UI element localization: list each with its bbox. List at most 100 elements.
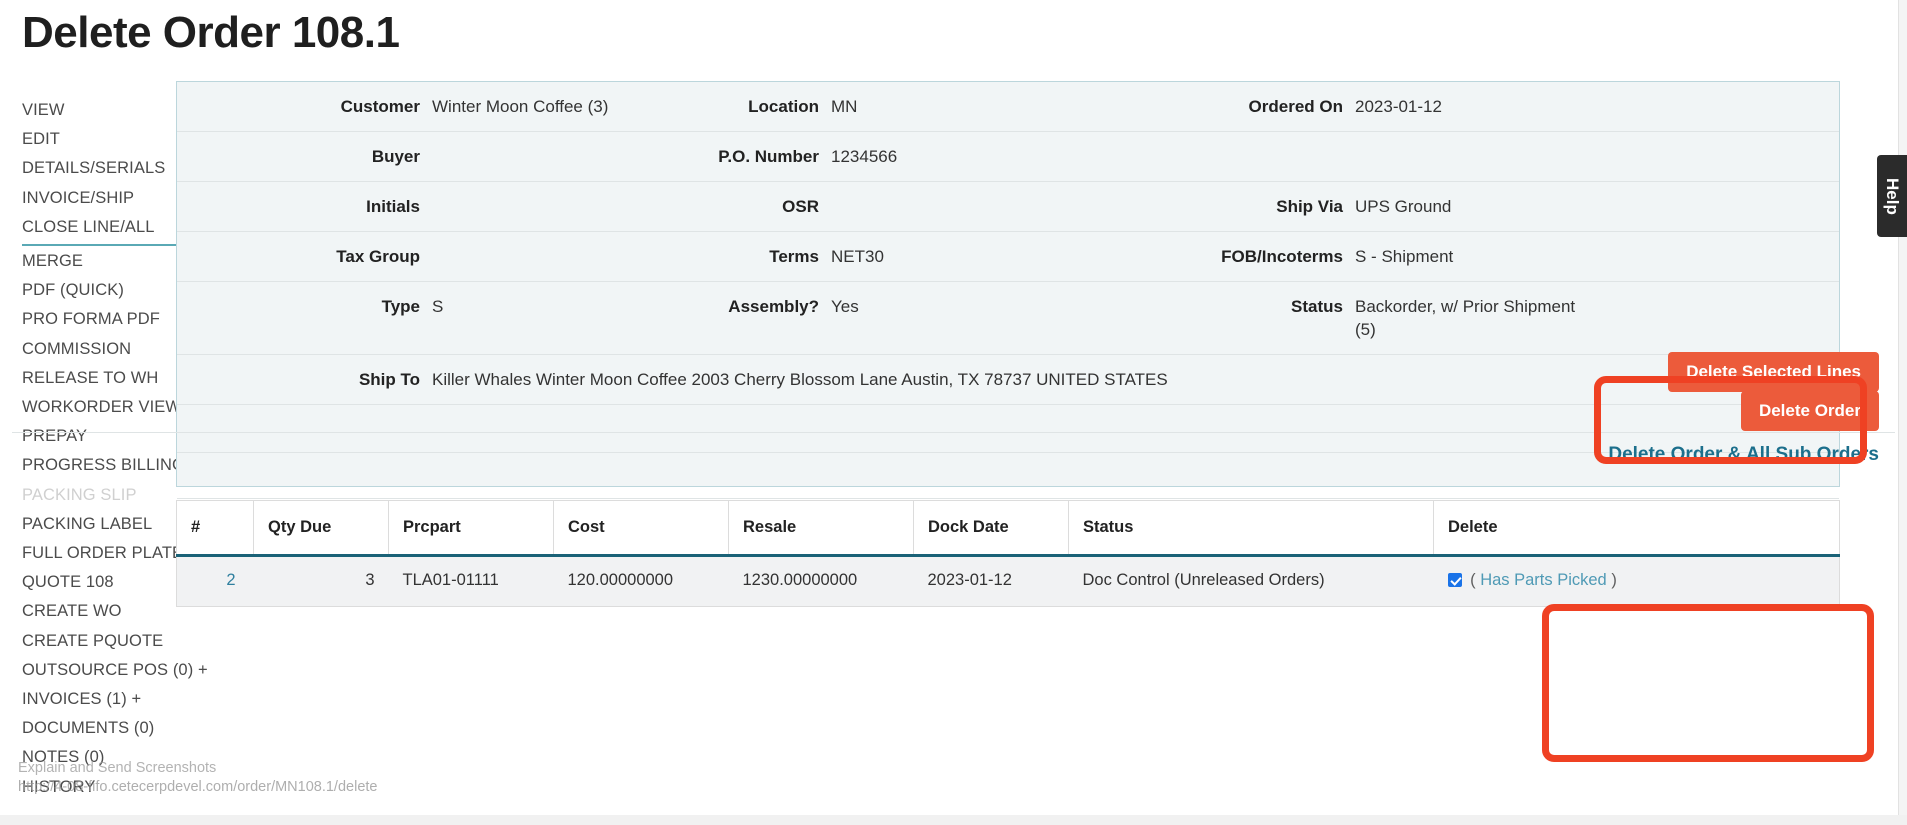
customer-value: Winter Moon Coffee (3)	[432, 97, 609, 116]
sidebar-item-merge[interactable]: MERGE	[22, 247, 200, 276]
sidebar-item-edit[interactable]: EDIT	[22, 125, 200, 154]
info-field-osr: OSR	[649, 182, 1099, 231]
info-field-ship-via: Ship Via UPS Ground	[1099, 182, 1839, 231]
sidebar-item-create-pquote[interactable]: CREATE PQUOTE	[22, 627, 200, 656]
sidebar-item-view[interactable]: VIEW	[22, 96, 200, 125]
page-title: Delete Order 108.1	[22, 8, 400, 57]
line-index-link[interactable]: 2	[226, 571, 235, 589]
buyer-label: Buyer	[371, 147, 420, 166]
info-field-initials: Initials	[177, 182, 649, 231]
action-divider	[12, 432, 1895, 433]
info-field-terms: Terms NET30	[649, 232, 1099, 281]
info-row-tax-group: Tax Group Terms NET30 FOB/Incoterms S - …	[177, 232, 1839, 282]
sidebar-item-workorder-view[interactable]: WORKORDER VIEW +	[22, 393, 200, 422]
table-head: # Qty Due Prcpart Cost Resale Dock Date …	[176, 500, 1840, 557]
ship-via-label: Ship Via	[1276, 197, 1343, 216]
browser-status-url: http://4-08-fifo.cetecerpdevel.com/order…	[18, 779, 378, 795]
status-label: Status	[1291, 297, 1343, 316]
cell-qty-due: 3	[253, 555, 389, 607]
sidebar-item-create-wo[interactable]: CREATE WO	[22, 597, 200, 626]
ordered-on-value: 2023-01-12	[1355, 97, 1442, 116]
cell-dock-date: 2023-01-12	[913, 555, 1069, 607]
info-row-ship-to: Ship To Killer Whales Winter Moon Coffee…	[177, 355, 1839, 405]
cell-resale: 1230.00000000	[728, 555, 914, 607]
column-header-prcpart[interactable]: Prcpart	[388, 500, 554, 557]
po-number-value: 1234566	[831, 147, 898, 166]
delete-selected-lines-button[interactable]: Delete Selected Lines	[1668, 352, 1879, 392]
delete-order-button[interactable]: Delete Order	[1740, 391, 1879, 431]
sidebar-item-packing-slip: PACKING SLIP	[22, 485, 137, 504]
assembly-value: Yes	[831, 297, 859, 316]
has-parts-picked-link[interactable]: Has Parts Picked	[1480, 571, 1607, 589]
delete-note-close-paren: )	[1611, 571, 1617, 589]
column-header-index[interactable]: #	[176, 500, 254, 557]
info-row-type: Type S Assembly? Yes Status Backorder, w…	[177, 282, 1839, 355]
cell-prcpart: TLA01-01111	[388, 555, 554, 607]
info-row-buyer: Buyer P.O. Number 1234566	[177, 132, 1839, 182]
help-tab-button[interactable]: Help	[1877, 155, 1907, 237]
delete-note-open-paren: (	[1470, 571, 1476, 589]
ship-to-label: Ship To	[358, 370, 420, 389]
assembly-label: Assembly?	[728, 297, 819, 316]
sidebar-nav: VIEW EDIT DETAILS/SERIALS INVOICE/SHIP CLOSE…	[22, 96, 208, 802]
sidebar-item-commission[interactable]: COMMISSION	[22, 335, 200, 364]
sidebar-item-close-line-all[interactable]: CLOSE LINE/ALL	[22, 213, 190, 247]
sidebar-item-invoices-1[interactable]: INVOICES (1) +	[22, 685, 200, 714]
delete-order-and-all-sub-orders-link[interactable]: Delete Order & All Sub Orders	[1608, 444, 1879, 466]
help-tab-label: Help	[1883, 177, 1902, 215]
annotation-box-delete-column	[1542, 604, 1874, 762]
order-info-panel: Customer Winter Moon Coffee (3) Location…	[176, 81, 1840, 499]
column-header-cost[interactable]: Cost	[553, 500, 729, 557]
sidebar-item-quote-108[interactable]: QUOTE 108	[22, 568, 200, 597]
cell-status: Doc Control (Unreleased Orders)	[1068, 555, 1434, 607]
table-row: 2 3 TLA01-01111 120.00000000 1230.000000…	[176, 555, 1840, 607]
sidebar-item-packing-label[interactable]: PACKING LABEL	[22, 510, 200, 539]
delete-line-checkbox[interactable]	[1447, 573, 1462, 587]
sidebar-item-progress-billing[interactable]: PROGRESS BILLING	[22, 451, 200, 480]
osr-label: OSR	[782, 197, 819, 216]
page-scrollbar[interactable]	[1898, 0, 1907, 825]
cell-cost: 120.00000000	[553, 555, 729, 607]
column-header-qty-due[interactable]: Qty Due	[253, 500, 389, 557]
tax-group-label: Tax Group	[336, 247, 420, 266]
type-value: S	[432, 297, 444, 316]
sidebar-item-release-to-wh[interactable]: RELEASE TO WH	[22, 364, 200, 393]
customer-label: Customer	[340, 97, 420, 116]
ship-via-value: UPS Ground	[1355, 197, 1452, 216]
sidebar-item-pdf-quick[interactable]: PDF (QUICK)	[22, 276, 200, 305]
column-header-status[interactable]: Status	[1068, 500, 1434, 557]
info-field-status: Status Backorder, w/ Prior Shipment (5)	[1099, 282, 1839, 354]
screenshot-extension-hint: Explain and Send Screenshots	[18, 760, 217, 776]
fob-incoterms-label: FOB/Incoterms	[1221, 247, 1343, 266]
sidebar-item-pro-forma-pdf[interactable]: PRO FORMA PDF	[22, 305, 200, 334]
bottom-bar	[0, 815, 1907, 825]
sidebar-item-documents-0[interactable]: DOCUMENTS (0)	[22, 714, 200, 743]
info-row-customer: Customer Winter Moon Coffee (3) Location…	[177, 82, 1839, 132]
info-field-location: Location MN	[649, 82, 1099, 131]
column-header-dock-date[interactable]: Dock Date	[913, 500, 1069, 557]
info-field-tax-group: Tax Group	[177, 232, 649, 281]
info-field-po-number: P.O. Number 1234566	[649, 132, 1099, 181]
info-field-type: Type S	[177, 282, 649, 331]
table-body: 2 3 TLA01-01111 120.00000000 1230.000000…	[176, 555, 1840, 607]
sidebar-item-prepay[interactable]: PREPAY	[22, 422, 200, 451]
info-field-blank-1	[1099, 132, 1839, 158]
status-value: Backorder, w/ Prior Shipment (5)	[1355, 297, 1576, 339]
sidebar-item-details-serials[interactable]: DETAILS/SERIALS	[22, 154, 200, 183]
info-field-customer: Customer Winter Moon Coffee (3)	[177, 82, 649, 131]
initials-label: Initials	[366, 197, 420, 216]
sidebar-item-invoice-ship[interactable]: INVOICE/SHIP	[22, 184, 200, 213]
sidebar-item-outsource-pos-0[interactable]: OUTSOURCE POS (0) +	[22, 656, 208, 685]
terms-label: Terms	[769, 247, 819, 266]
ordered-on-label: Ordered On	[1248, 97, 1343, 116]
table-header-row: # Qty Due Prcpart Cost Resale Dock Date …	[176, 500, 1840, 557]
column-header-resale[interactable]: Resale	[728, 500, 914, 557]
column-header-delete[interactable]: Delete	[1433, 500, 1840, 557]
fob-incoterms-value: S - Shipment	[1355, 247, 1454, 266]
order-lines-table: # Qty Due Prcpart Cost Resale Dock Date …	[176, 500, 1840, 607]
ship-to-value: Killer Whales Winter Moon Coffee 2003 Ch…	[432, 370, 1168, 389]
location-label: Location	[748, 97, 819, 116]
cell-delete: ( Has Parts Picked )	[1433, 555, 1840, 607]
info-field-buyer: Buyer	[177, 132, 649, 181]
sidebar-item-full-order-plate[interactable]: FULL ORDER PLATE	[22, 539, 200, 568]
